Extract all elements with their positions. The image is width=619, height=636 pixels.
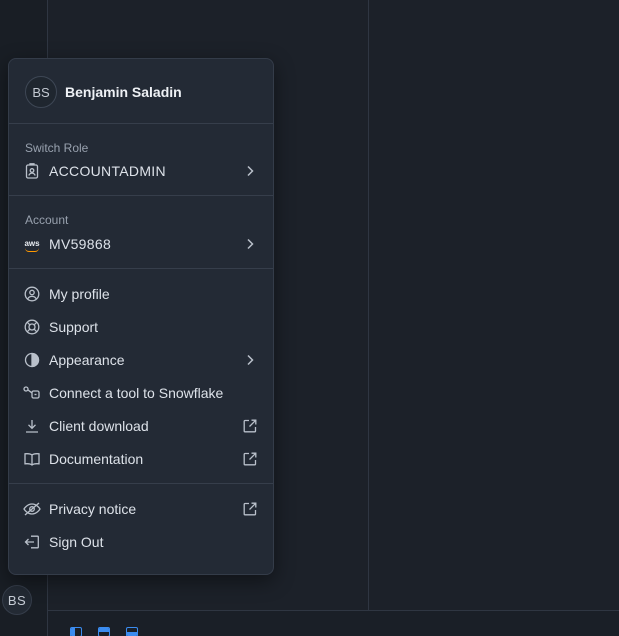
chevron-right-icon [241,162,259,180]
divider [9,268,273,269]
layout-bottom-panel-icon[interactable] [126,627,138,636]
external-link-icon [241,417,259,435]
half-circle-icon [23,351,41,369]
book-icon [23,450,41,468]
menu-item-label: My profile [49,286,110,302]
connect-icon [23,384,41,402]
menu-item-label: Sign Out [49,534,104,550]
menu-item-support[interactable]: Support [9,314,273,340]
menu-item-label: Support [49,319,99,335]
account-id: MV59868 [49,236,112,252]
panel-divider[interactable] [368,0,369,610]
avatar: BS [25,76,57,108]
divider [9,195,273,196]
account-row[interactable]: aws MV59868 [9,231,273,257]
user-circle-icon [23,285,41,303]
eye-off-icon [23,500,41,518]
menu-item-privacy-notice[interactable]: Privacy notice [9,496,273,522]
menu-item-sign-out[interactable]: Sign Out [9,529,273,555]
current-role: ACCOUNTADMIN [49,163,166,179]
bottom-toolbar [48,610,619,636]
switch-role-row[interactable]: ACCOUNTADMIN [9,158,273,184]
external-link-icon [241,450,259,468]
sign-out-icon [23,533,41,551]
chevron-right-icon [241,351,259,369]
layout-left-panel-icon[interactable] [70,627,82,636]
aws-logo: aws [23,235,41,253]
rail-user-avatar[interactable]: BS [2,585,32,615]
menu-item-appearance[interactable]: Appearance [9,347,273,373]
user-menu: BS Benjamin Saladin Switch Role ACCOUNTA… [8,58,274,575]
divider [9,123,273,124]
external-link-icon [241,500,259,518]
divider [9,483,273,484]
menu-item-label: Client download [49,418,149,434]
menu-item-label: Connect a tool to Snowflake [49,385,224,401]
user-name: Benjamin Saladin [65,84,182,100]
lifebuoy-icon [23,318,41,336]
account-label: Account [25,213,69,227]
menu-item-label: Appearance [49,352,125,368]
menu-item-client-download[interactable]: Client download [9,413,273,439]
menu-item-label: Documentation [49,451,144,467]
menu-item-connect-tool[interactable]: Connect a tool to Snowflake [9,380,273,406]
chevron-right-icon [241,235,259,253]
id-badge-icon [23,162,41,180]
menu-item-documentation[interactable]: Documentation [9,446,273,472]
download-icon [23,417,41,435]
layout-top-panel-icon[interactable] [98,627,110,636]
switch-role-label: Switch Role [25,141,89,155]
menu-item-my-profile[interactable]: My profile [9,281,273,307]
menu-item-label: Privacy notice [49,501,137,517]
